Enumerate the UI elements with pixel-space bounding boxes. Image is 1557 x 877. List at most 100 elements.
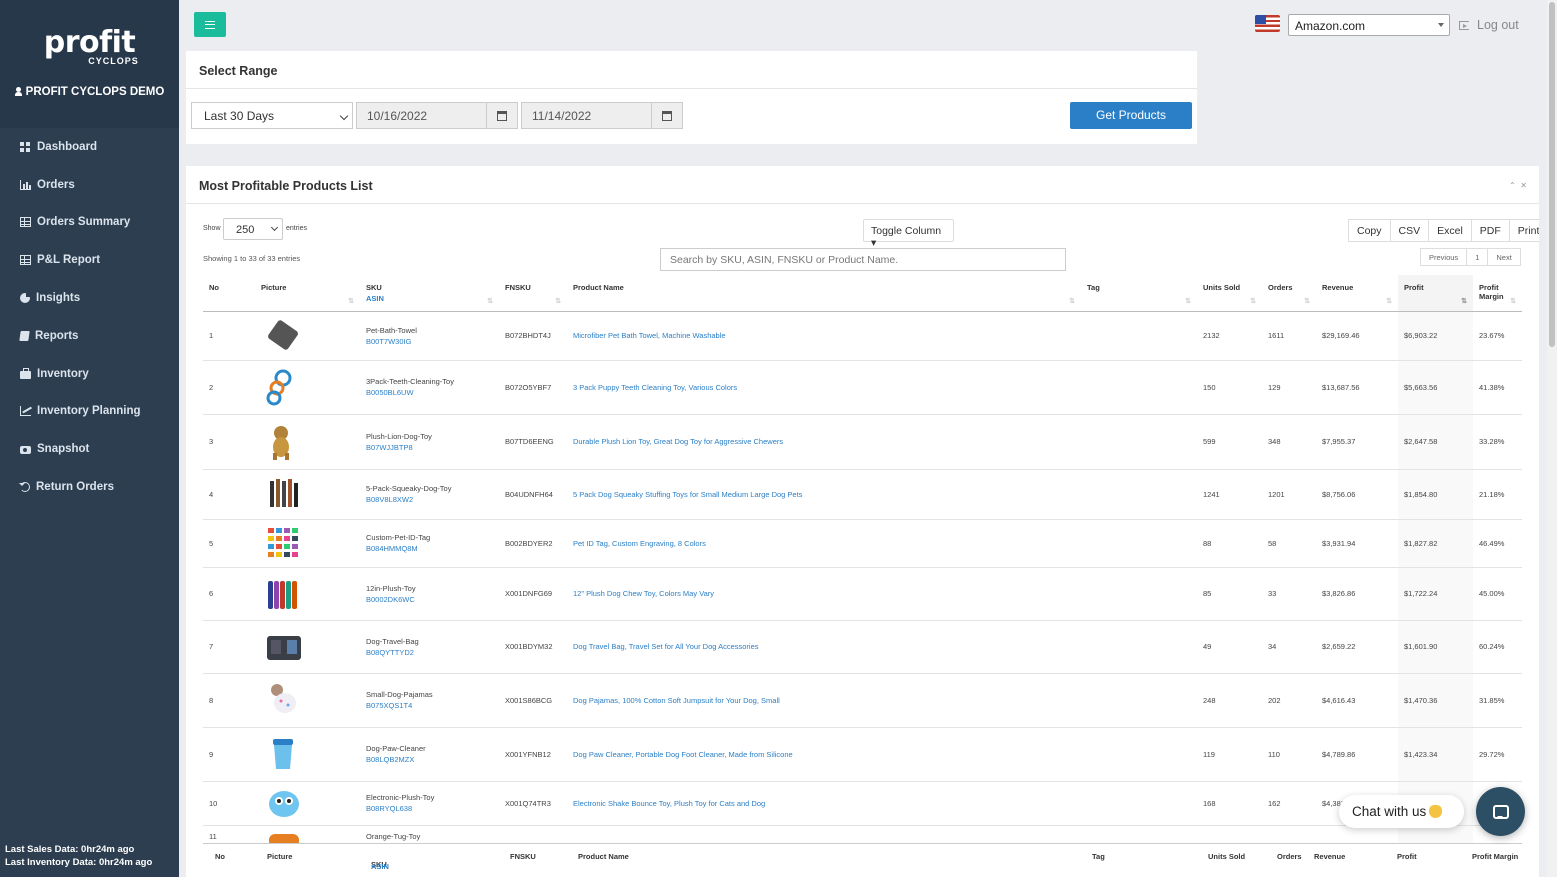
product-name-link[interactable]: 3 Pack Puppy Teeth Cleaning Toy, Various… (567, 360, 1081, 415)
row-profit-margin: 31.85% (1473, 673, 1522, 728)
entries-label: entries (286, 225, 308, 232)
product-image[interactable] (255, 620, 360, 674)
sidebar-item-snapshot[interactable]: Snapshot (0, 430, 179, 468)
chat-bubble[interactable]: Chat with us (1339, 795, 1464, 828)
start-date-calendar-button[interactable] (486, 102, 518, 129)
product-name-link[interactable]: Pet ID Tag, Custom Engraving, 8 Colors (567, 519, 1081, 568)
sidebar-item-orders[interactable]: Orders (0, 166, 179, 204)
product-name-link[interactable]: Microfiber Pet Bath Towel, Machine Washa… (567, 311, 1081, 361)
asin-link[interactable]: B08LQB2MZX (366, 755, 499, 764)
product-name-link[interactable]: 12" Plush Dog Chew Toy, Colors May Vary (567, 567, 1081, 621)
sidebar-item-reports[interactable]: Reports (0, 317, 179, 355)
sidebar-item-dashboard[interactable]: Dashboard (0, 128, 179, 166)
row-fnsku: X001BDYM32 (499, 620, 567, 674)
product-name-link[interactable]: Dog Pajamas, 100% Cotton Soft Jumpsuit f… (567, 673, 1081, 728)
column-header-no[interactable]: No (203, 275, 255, 312)
scrollbar-thumb[interactable] (1549, 2, 1555, 347)
column-header-fnsku[interactable]: FNSKU ⇅ (499, 275, 567, 312)
entries-select[interactable]: 250 (223, 218, 283, 240)
pdf-button[interactable]: PDF (1470, 219, 1510, 242)
row-orders: 348 (1262, 414, 1316, 470)
sidebar-item-insights[interactable]: Insights (0, 279, 179, 317)
chat-launcher-button[interactable] (1476, 787, 1525, 836)
asin-link[interactable]: B00T7W30IG (366, 337, 499, 346)
start-date-input[interactable]: 10/16/2022 (356, 102, 487, 129)
excel-button[interactable]: Excel (1428, 219, 1472, 242)
footer-profit: Profit (1397, 852, 1417, 861)
end-date-calendar-button[interactable] (651, 102, 683, 129)
product-name-link[interactable]: 5 Pack Dog Squeaky Stuffing Toys for Sma… (567, 469, 1081, 520)
logo[interactable]: profit CYCLOPS (0, 28, 179, 67)
column-header-product-name[interactable]: Product Name ⇅ (567, 275, 1081, 312)
row-profit-margin: 23.67% (1473, 311, 1522, 361)
asin-link[interactable]: B084HMMQ8M (366, 544, 499, 553)
column-header-orders[interactable]: Orders ⇅ (1262, 275, 1316, 312)
toggle-column-button[interactable]: Toggle Column ▾ (863, 219, 954, 249)
sidebar-item-pl-report[interactable]: P&L Report (0, 241, 179, 279)
product-image[interactable] (255, 727, 360, 782)
row-no: 5 (203, 519, 255, 568)
close-icon[interactable]: ✕ (1520, 181, 1527, 190)
product-image[interactable] (255, 567, 360, 621)
search-input[interactable]: Search by SKU, ASIN, FNSKU or Product Na… (660, 248, 1066, 271)
product-name-link[interactable]: Electronic Shake Bounce Toy, Plush Toy f… (567, 781, 1081, 826)
row-tag (1081, 519, 1197, 568)
product-name-link[interactable]: Dog Travel Bag, Travel Set for All Your … (567, 620, 1081, 674)
product-image[interactable] (255, 469, 360, 520)
asin-link[interactable]: B08QYTTYD2 (366, 648, 499, 657)
column-header-profit[interactable]: Profit ⇅ (1398, 275, 1473, 312)
asin-link[interactable]: B07WJJBTP8 (366, 443, 499, 452)
product-image[interactable] (255, 360, 360, 415)
menu-toggle-button[interactable] (194, 12, 226, 37)
row-orders: 129 (1262, 360, 1316, 415)
asin-link[interactable]: B075XQS1T4 (366, 701, 499, 710)
product-image[interactable] (255, 311, 360, 361)
range-preset-select[interactable]: Last 30 Days (191, 102, 353, 129)
asin-link[interactable]: B0050BL6UW (366, 388, 499, 397)
column-header-units-sold[interactable]: Units Sold ⇅ (1197, 275, 1262, 312)
toggle-column-label: Toggle Column (871, 225, 942, 237)
next-page-button[interactable]: Next (1487, 248, 1521, 266)
sidebar-item-orders-summary[interactable]: Orders Summary (0, 204, 179, 242)
product-image[interactable] (255, 519, 360, 568)
sort-desc-icon: ⇅ (1461, 297, 1467, 305)
row-no: 1 (203, 311, 255, 361)
column-header-profit-margin[interactable]: Profit Margin ⇅ (1473, 275, 1522, 312)
row-revenue: $4,616.43 (1316, 673, 1398, 728)
page-scrollbar[interactable] (1547, 0, 1557, 877)
marketplace-select[interactable]: Amazon.com (1288, 14, 1450, 36)
get-products-button[interactable]: Get Products (1070, 102, 1192, 129)
sidebar-item-inventory[interactable]: Inventory (0, 355, 179, 393)
product-image[interactable] (255, 781, 360, 826)
product-name-link[interactable]: Durable Plush Lion Toy, Great Dog Toy fo… (567, 414, 1081, 470)
column-header-tag[interactable]: Tag ⇅ (1081, 275, 1197, 312)
collapse-icon[interactable]: ⌃ (1509, 181, 1516, 190)
asin-link[interactable]: B0002DK6WC (366, 595, 499, 604)
print-button[interactable]: Print (1508, 219, 1539, 242)
column-header-picture[interactable]: Picture ⇅ (255, 275, 360, 312)
asin-link[interactable]: B08V8L8XW2 (366, 495, 499, 504)
sidebar-item-inventory-planning[interactable]: Inventory Planning (0, 393, 179, 431)
row-no: 4 (203, 469, 255, 520)
product-image[interactable] (255, 673, 360, 728)
row-fnsku: B002BDYER2 (499, 519, 567, 568)
row-profit: $1,601.90 (1398, 620, 1473, 674)
column-header-revenue[interactable]: Revenue ⇅ (1316, 275, 1398, 312)
asin-link[interactable]: B08RYQL638 (366, 804, 499, 813)
end-date-input[interactable]: 11/14/2022 (521, 102, 652, 129)
product-image[interactable] (255, 414, 360, 470)
column-header-sku[interactable]: SKU ASIN ⇅ (360, 275, 499, 312)
user-name[interactable]: PROFIT CYCLOPS DEMO (0, 86, 179, 98)
logout-link[interactable]: Log out (1459, 18, 1519, 32)
csv-button[interactable]: CSV (1389, 219, 1430, 242)
previous-page-button[interactable]: Previous (1420, 248, 1468, 266)
row-profit: $1,722.24 (1398, 567, 1473, 621)
row-orders: 33 (1262, 567, 1316, 621)
page-1-button[interactable]: 1 (1466, 248, 1489, 266)
export-buttons: Copy CSV Excel PDF Print (1348, 219, 1539, 242)
copy-button[interactable]: Copy (1348, 219, 1391, 242)
sidebar-item-return-orders[interactable]: Return Orders (0, 468, 179, 506)
sidebar-item-label: Reports (35, 329, 79, 342)
product-name-link[interactable]: Dog Paw Cleaner, Portable Dog Foot Clean… (567, 727, 1081, 782)
row-units-sold: 1241 (1197, 469, 1262, 520)
